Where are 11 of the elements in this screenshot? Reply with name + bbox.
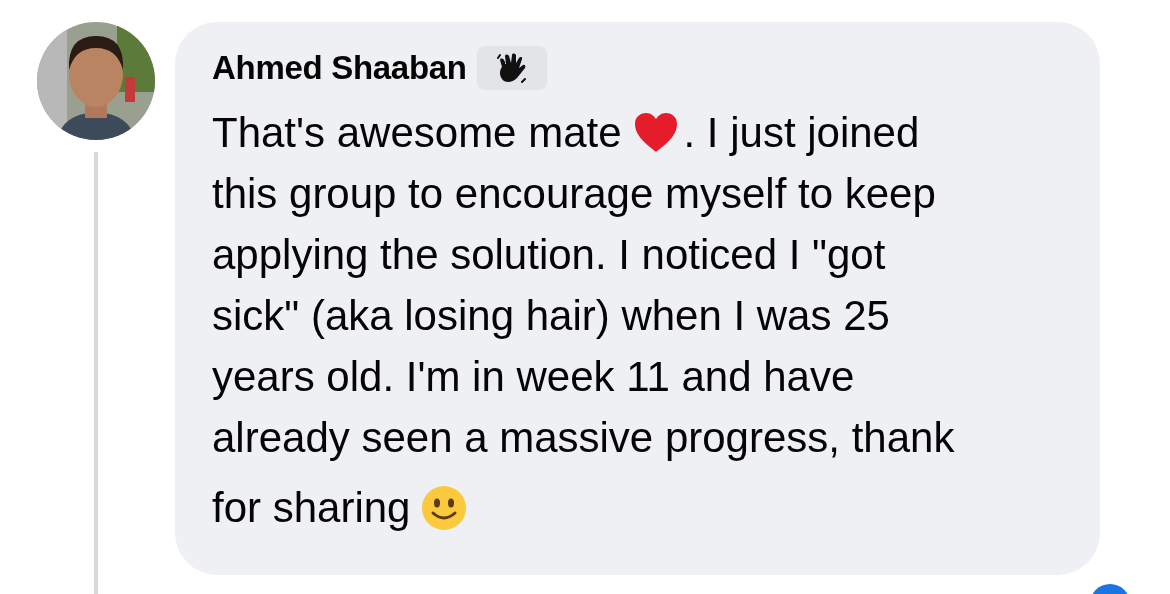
comment-text: this group to encourage myself to keep: [212, 169, 936, 218]
comment-text: for sharing: [212, 484, 411, 532]
comment-text: sick" (aka losing hair) when I was 25: [212, 291, 890, 340]
comment-text: years old. I'm in week 11 and have: [212, 352, 855, 401]
comment-text: applying the solution. I noticed I "got: [212, 230, 886, 279]
comment-text: That's awesome mate: [212, 108, 622, 157]
comment-text: already seen a massive progress, thank: [212, 413, 955, 462]
comment-text: . I just joined: [683, 108, 920, 157]
author-name[interactable]: Ahmed Shaaban: [212, 49, 467, 87]
waving-hand-icon: [494, 51, 529, 85]
smiley-icon: [420, 484, 469, 532]
